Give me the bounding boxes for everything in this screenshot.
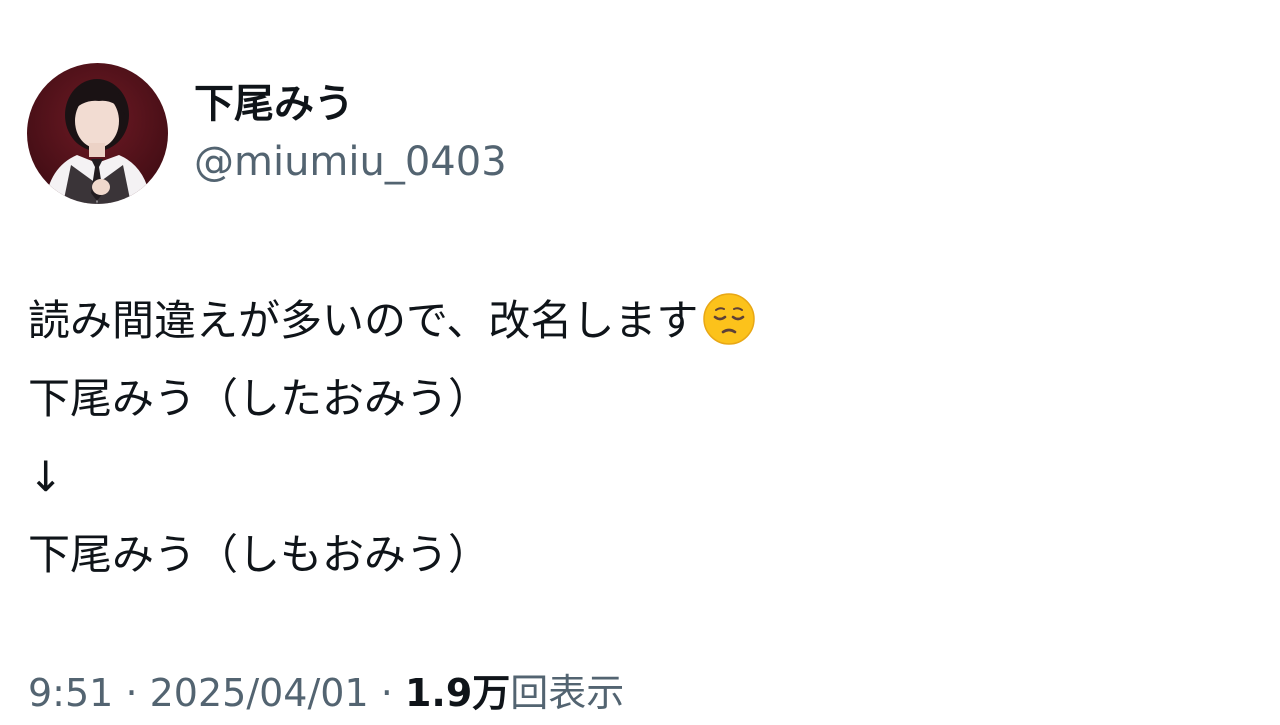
tweet-line: 読み間違えが多いので、改名します [28,282,756,360]
author-display-name[interactable]: 下尾みう [194,78,507,130]
tweet-meta: 9:51 · 2025/04/01 · 1.9万回表示 [28,668,624,718]
tweet-line-text: 読み間違えが多いので、改名します [28,296,699,345]
tweet-line: 下尾みう（したおみう） [28,374,491,423]
tweet-card: 下尾みう @miumiu_0403 読み間違えが多いので、改名します 下尾みう（… [0,0,1280,725]
tweet-date[interactable]: 2025/04/01 [150,671,369,715]
tweet-line: 下尾みう（しもおみう） [28,530,491,579]
views-label: 回表示 [510,671,625,715]
tweet-line-arrow: ↓ [28,452,64,501]
meta-separator: · [125,671,138,715]
meta-separator: · [380,671,393,715]
profile-photo-icon [27,62,168,204]
avatar[interactable] [27,62,168,204]
tweet-text: 読み間違えが多いので、改名します 下尾みう（したおみう） ↓ 下尾みう（しもおみ… [28,282,756,594]
author-names: 下尾みう @miumiu_0403 [194,63,507,204]
tweet-time[interactable]: 9:51 [28,671,113,715]
author-handle[interactable]: @miumiu_0403 [194,136,507,188]
views-link[interactable]: 1.9万回表示 [405,671,624,715]
pensive-face-emoji-icon [702,292,756,346]
views-count: 1.9万 [404,671,511,715]
tweet-header: 下尾みう @miumiu_0403 [27,62,507,204]
